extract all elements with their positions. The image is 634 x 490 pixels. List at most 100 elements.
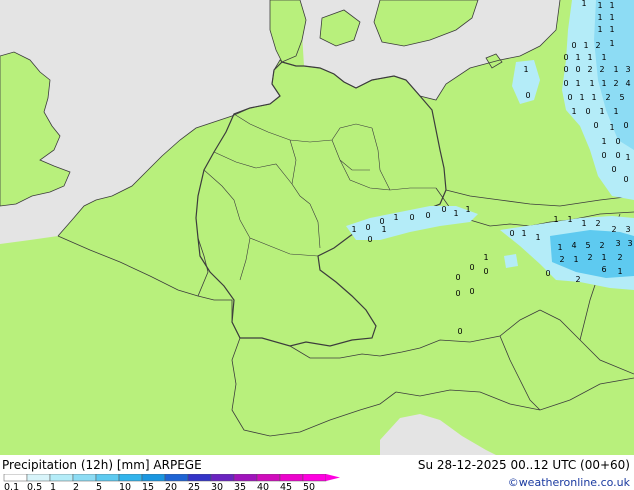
precip-value: 1: [617, 267, 622, 276]
scale-label: 1: [50, 482, 56, 490]
precip-value: 1: [613, 107, 618, 116]
precip-value: 0: [575, 65, 580, 74]
map-title: Precipitation (12h) [mm] ARPEGE: [2, 458, 202, 472]
precip-value: 0: [509, 229, 514, 238]
precip-value: 1: [597, 25, 602, 34]
precip-value: 1: [581, 0, 586, 8]
precip-value: 1: [579, 93, 584, 102]
precip-value: 1: [465, 205, 470, 214]
precip-value: 1: [601, 253, 606, 262]
precip-value: 1: [609, 13, 614, 22]
precip-value: 0: [611, 165, 616, 174]
precip-value: 6: [601, 265, 606, 274]
credit-link[interactable]: ©weatheronline.co.uk: [508, 476, 630, 489]
precip-value: 4: [571, 241, 576, 250]
scale-label: 40: [257, 482, 269, 490]
scale-label: 2: [73, 482, 79, 490]
precip-value: 2: [599, 65, 604, 74]
scale-swatch: [187, 474, 212, 482]
precip-area-small: [504, 254, 518, 268]
color-scale: 0.1 0.5 1 2 5 10 15 20 25 30 35 40 45 50: [3, 474, 340, 490]
precip-value: 0: [483, 267, 488, 276]
precip-value: 2: [595, 219, 600, 228]
precip-value: 1: [609, 123, 614, 132]
scale-swatch: [279, 474, 304, 482]
precip-value: 1: [581, 219, 586, 228]
scale-swatch: [233, 474, 258, 482]
precipitation-map: 1 1 1 1 1 1 1 0 1 2 1 0 1 1 1 0 0 2 2 1 …: [0, 0, 634, 455]
precip-value: 1: [571, 107, 576, 116]
scale-label: 0.1: [4, 482, 19, 490]
precip-value: 0: [469, 263, 474, 272]
precip-value: 0: [469, 287, 474, 296]
precip-value: 1: [601, 137, 606, 146]
precip-value: 0: [571, 41, 576, 50]
precip-value: 1: [609, 1, 614, 10]
precip-value: 2: [617, 253, 622, 262]
precip-value: 0: [545, 269, 550, 278]
precip-value: 1: [557, 243, 562, 252]
precip-value: 0: [615, 137, 620, 146]
precip-value: 2: [599, 241, 604, 250]
scale-label: 5: [96, 482, 102, 490]
scale-swatch: [3, 474, 28, 482]
precip-value: 1: [575, 79, 580, 88]
precip-value: 1: [625, 153, 630, 162]
scale-swatch: [118, 474, 143, 482]
scale-arrow: [326, 474, 340, 481]
scale-label: 30: [211, 482, 223, 490]
precip-value: 1: [453, 209, 458, 218]
precip-value: 3: [625, 225, 630, 234]
precip-value: 1: [597, 13, 602, 22]
validity-time: Su 28-12-2025 00..12 UTC (00+60): [417, 458, 630, 472]
precip-value: 1: [393, 213, 398, 222]
precip-value: 0: [563, 65, 568, 74]
precip-value: 2: [559, 255, 564, 264]
precip-value: 0: [455, 289, 460, 298]
precip-value: 4: [625, 79, 630, 88]
precip-value: 0: [409, 213, 414, 222]
precip-value: 3: [615, 239, 620, 248]
precip-value: 5: [619, 93, 624, 102]
precip-value: 0: [593, 121, 598, 130]
scale-swatch: [72, 474, 97, 482]
scale-label: 50: [303, 482, 315, 490]
precip-value: 2: [595, 41, 600, 50]
precip-value: 1: [589, 79, 594, 88]
precip-value: 1: [567, 215, 572, 224]
precip-value: 1: [535, 233, 540, 242]
precip-value: 0: [457, 327, 462, 336]
precip-value: 1: [587, 53, 592, 62]
precip-value: 2: [611, 225, 616, 234]
precip-value: 1: [613, 65, 618, 74]
precip-value: 1: [521, 229, 526, 238]
scale-label: 20: [165, 482, 177, 490]
precip-value: 1: [575, 53, 580, 62]
scale-label: 35: [234, 482, 246, 490]
precip-value: 1: [609, 39, 614, 48]
scale-swatch: [256, 474, 281, 482]
precip-value: 0: [601, 151, 606, 160]
precip-value: 1: [351, 225, 356, 234]
precip-value: 0: [623, 121, 628, 130]
scale-label: 15: [142, 482, 154, 490]
precip-value: 2: [613, 79, 618, 88]
precip-value: 2: [587, 65, 592, 74]
scale-swatch: [26, 474, 51, 482]
precip-value: 1: [523, 65, 528, 74]
footer: Precipitation (12h) [mm] ARPEGE Su 28-12…: [0, 455, 634, 490]
precip-value: 2: [575, 275, 580, 284]
precip-value: 0: [441, 205, 446, 214]
precip-value: 1: [609, 25, 614, 34]
precip-value: 0: [425, 211, 430, 220]
precip-value: 0: [615, 151, 620, 160]
scale-swatch: [49, 474, 74, 482]
scale-label: 10: [119, 482, 131, 490]
scale-swatch: [302, 474, 327, 482]
precip-value: 1: [483, 253, 488, 262]
precip-value: 1: [597, 1, 602, 10]
precip-value: 0: [367, 235, 372, 244]
scale-swatch: [141, 474, 166, 482]
scale-swatch: [210, 474, 235, 482]
precip-value: 0: [455, 273, 460, 282]
